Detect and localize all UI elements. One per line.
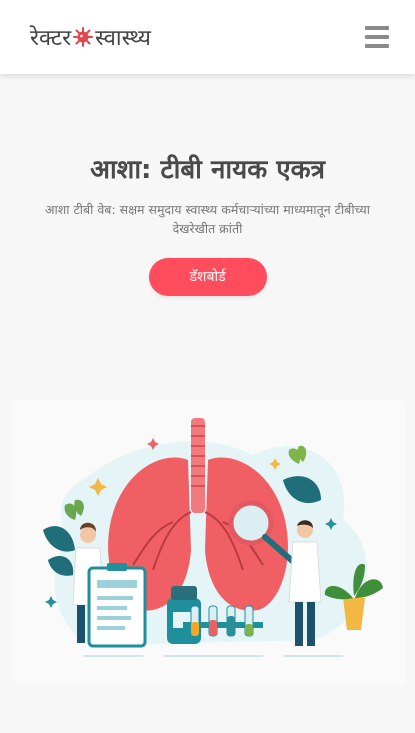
logo-text-right: स्वास्थ्य: [95, 26, 151, 51]
top-header: रेक्टर स्वास्थ्य: [0, 0, 415, 74]
logo-text-left: रेक्टर: [30, 26, 72, 51]
tb-illustration: [13, 400, 406, 685]
page-subtitle: आशा टीबी वेब: सक्षम समुदाय स्वास्थ्य कर्…: [44, 202, 370, 236]
hamburger-menu-icon[interactable]: [365, 26, 389, 48]
virus-icon: [73, 27, 94, 47]
page-title: आशा: टीबी नायक एकत्र: [90, 155, 325, 185]
dashboard-button[interactable]: डॅशबोर्ड: [148, 258, 267, 296]
hero-section: आशा: टीबी नायक एकत्र आशा टीबी वेब: सक्षम…: [0, 150, 415, 296]
brand-logo[interactable]: रेक्टर स्वास्थ्य: [30, 22, 151, 52]
